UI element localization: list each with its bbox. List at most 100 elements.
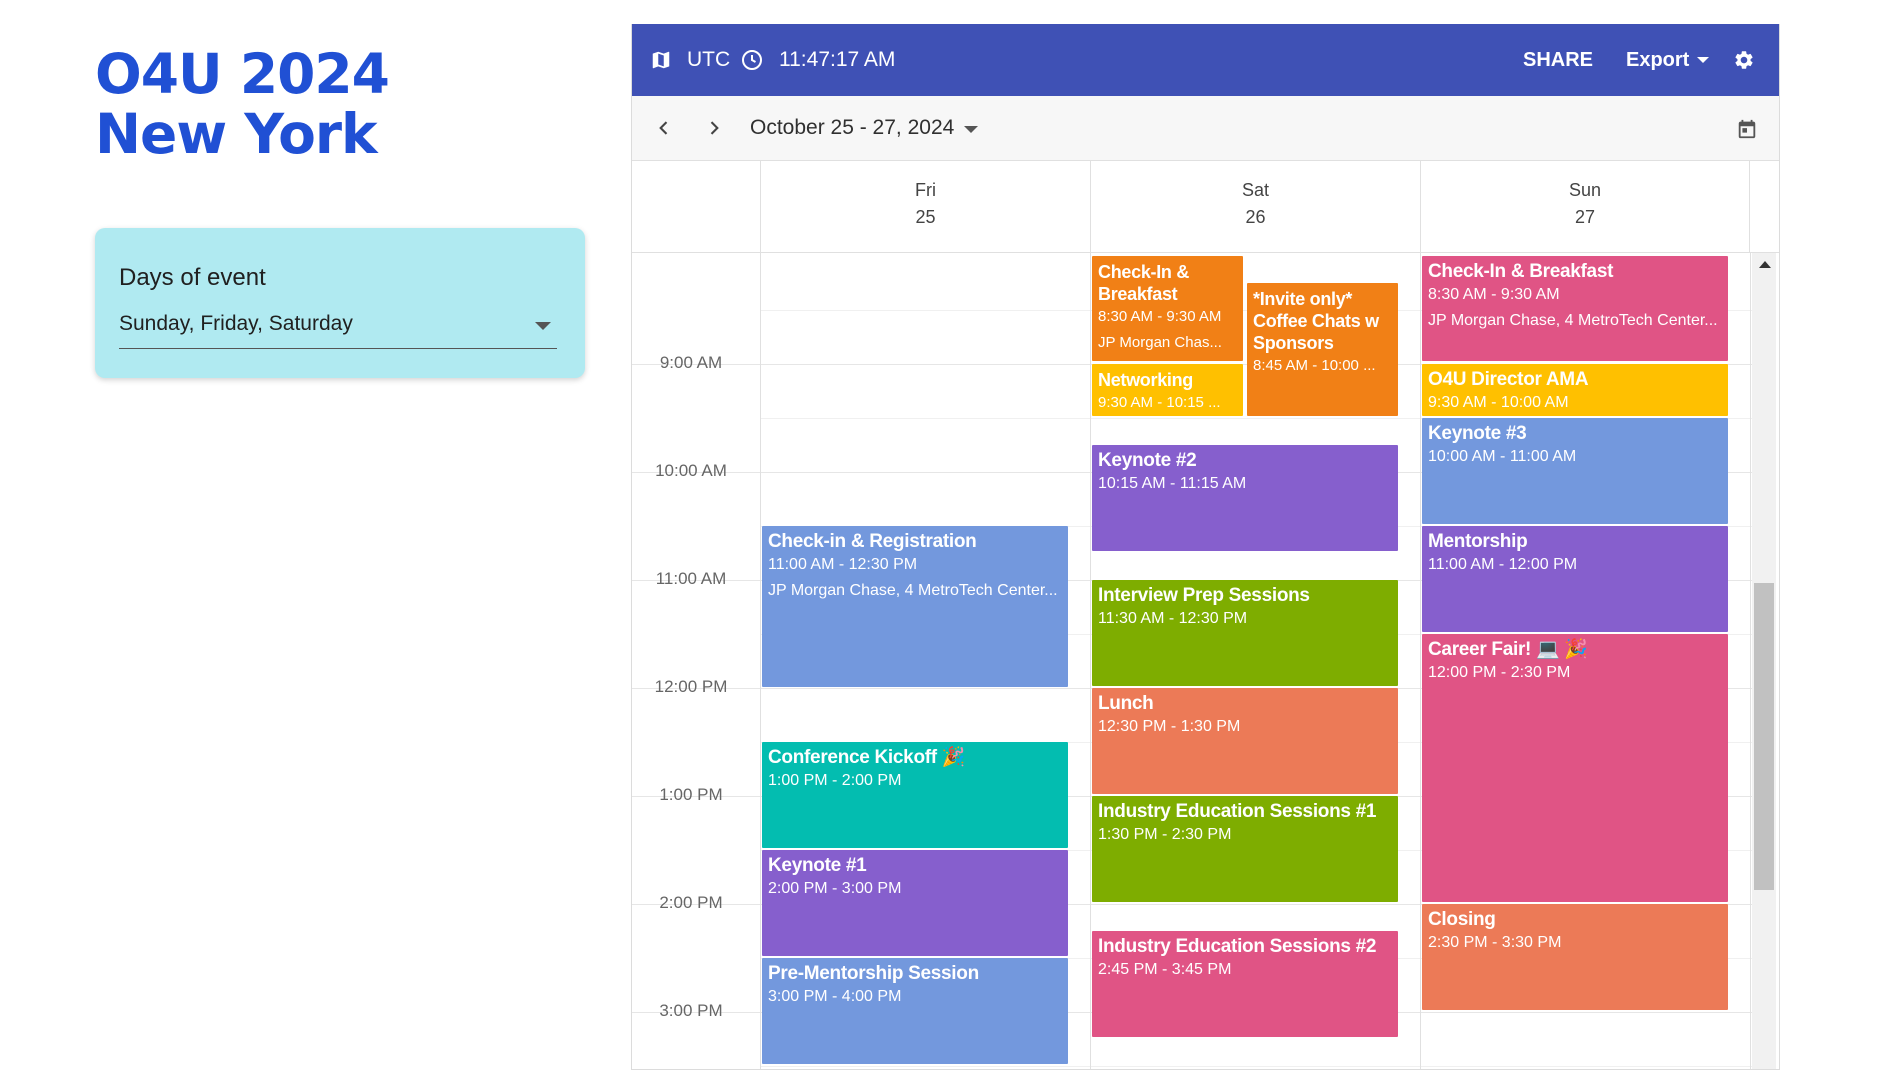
event-card[interactable]: Career Fair! 💻 🎉 12:00 PM - 2:30 PM [1422,634,1728,902]
event-location: JP Morgan Chase, 4 MetroTech Center... [1428,312,1718,329]
column-divider [760,253,761,1069]
event-title: Conference Kickoff 🎉 [768,747,966,768]
event-title: Check-in & Registration [768,531,977,552]
day-date: 25 [915,207,936,227]
event-title: Keynote #3 [1428,423,1527,444]
column-divider [1420,253,1421,1069]
event-title: Keynote #1 [768,855,867,876]
time-label: 11:00 AM [655,569,727,588]
next-button[interactable] [696,110,732,146]
event-title: Check-In & Breakfast [1428,261,1614,282]
scroll-up-arrow-icon[interactable] [1759,261,1771,268]
time-label: 12:00 PM [654,677,728,696]
event-time: 12:30 PM - 1:30 PM [1098,718,1241,735]
event-title: *Invite only* Coffee Chats w Sponsors [1253,289,1379,353]
clock-display: 11:47:17 AM [740,24,895,96]
time-grid: 9:00 AM 10:00 AM 11:00 AM 12:00 PM 1:00 … [632,253,1779,1069]
day-header-fri: Fri 25 [760,160,1090,252]
grid-line [760,1066,1752,1067]
event-time: 1:00 PM - 2:00 PM [768,772,902,789]
chevron-left-icon [659,121,668,135]
event-title: Networking [1098,370,1194,390]
caret-down-icon[interactable] [964,126,978,133]
event-time: 10:15 AM - 11:15 AM [1098,475,1247,492]
event-card[interactable]: Keynote #1 2:00 PM - 3:00 PM [762,850,1068,956]
day-date: 27 [1574,207,1596,227]
event-time: 11:00 AM - 12:30 PM [768,556,918,573]
days-filter-card: Days of event Sunday, Friday, Saturday [95,228,585,378]
event-card[interactable]: Industry Education Sessions #2 2:45 PM -… [1092,931,1398,1037]
event-title: Check-In & Breakfast [1098,262,1190,304]
event-time: 3:00 PM - 4:00 PM [768,988,902,1005]
settings-button[interactable] [1733,24,1755,96]
event-title: Lunch [1098,693,1154,714]
export-button[interactable]: Export [1626,24,1710,96]
export-label: Export [1626,48,1690,71]
day-name: Fri [915,180,936,200]
gear-icon [1735,51,1753,69]
event-title: Career Fair! 💻 🎉 [1428,639,1588,660]
event-time: 11:30 AM - 12:30 PM [1098,610,1248,627]
caret-down-icon [535,322,551,330]
day-date: 26 [1245,207,1266,227]
time-label: 10:00 AM [655,461,727,480]
event-card[interactable]: Check-In & Breakfast 8:30 AM - 9:30 AM J… [1422,256,1728,361]
event-card[interactable]: Industry Education Sessions #1 1:30 PM -… [1092,796,1398,902]
event-title: Pre-Mentorship Session [768,963,979,984]
event-time: 9:30 AM - 10:15 ... [1098,394,1221,411]
timezone-button[interactable]: UTC [650,24,730,96]
event-card[interactable]: *Invite only* Coffee Chats w Sponsors 8:… [1247,283,1398,416]
prev-button[interactable] [646,110,682,146]
event-card[interactable]: Closing 2:30 PM - 3:30 PM [1422,904,1728,1010]
day-header-sat: Sat 26 [1090,160,1420,252]
calendar-toolbar: October 25 - 27, 2024 [632,96,1779,161]
event-card[interactable]: Networking 9:30 AM - 10:15 ... [1092,364,1243,416]
share-button[interactable]: SHARE [1523,24,1593,96]
day-header-sun: Sun 27 [1420,160,1750,252]
timezone-label: UTC [687,48,731,71]
chevron-right-icon [710,121,719,135]
event-time: 1:30 PM - 2:30 PM [1098,826,1232,843]
event-time: 2:45 PM - 3:45 PM [1098,961,1232,978]
time-label: 2:00 PM [659,893,723,912]
event-location: JP Morgan Chase, 4 MetroTech Center... [768,582,1058,599]
event-time: 12:00 PM - 2:30 PM [1428,664,1571,681]
date-range-button[interactable]: October 25 - 27, 2024 [750,116,954,140]
event-card[interactable]: Check-in & Registration 11:00 AM - 12:30… [762,526,1068,687]
calendar-header-bar: UTC 11:47:17 AM SHARE Export [632,24,1779,96]
event-card[interactable]: O4U Director AMA 9:30 AM - 10:00 AM [1422,364,1728,416]
page-title: O4U 2024 New York [95,42,390,166]
column-divider [1090,253,1091,1069]
event-title: O4U Director AMA [1428,369,1589,390]
event-title: Industry Education Sessions #2 [1098,936,1377,957]
event-time: 8:30 AM - 9:30 AM [1428,286,1560,303]
event-time: 2:00 PM - 3:00 PM [768,880,902,897]
vertical-scrollbar[interactable] [1752,253,1776,1069]
column-divider [1750,253,1751,1069]
event-card[interactable]: Mentorship 11:00 AM - 12:00 PM [1422,526,1728,632]
days-filter-select[interactable]: Sunday, Friday, Saturday [119,312,557,349]
event-card[interactable]: Keynote #2 10:15 AM - 11:15 AM [1092,445,1398,551]
time-label: 1:00 PM [659,785,723,804]
event-card[interactable]: Check-In & Breakfast 8:30 AM - 9:30 AM J… [1092,256,1243,361]
event-card[interactable]: Keynote #3 10:00 AM - 11:00 AM [1422,418,1728,524]
event-time: 10:00 AM - 11:00 AM [1428,448,1577,465]
event-title: Mentorship [1428,531,1528,552]
event-time: 9:30 AM - 10:00 AM [1428,394,1569,411]
event-card[interactable]: Interview Prep Sessions 11:30 AM - 12:30… [1092,580,1398,686]
event-location: JP Morgan Chas... [1098,334,1222,351]
day-name: Sun [1568,180,1602,200]
event-title: Interview Prep Sessions [1098,585,1310,606]
caret-down-icon [1697,57,1710,63]
clock-icon [742,50,762,70]
map-icon [652,51,670,69]
event-card[interactable]: Pre-Mentorship Session 3:00 PM - 4:00 PM [762,958,1068,1064]
time-label: 3:00 PM [659,1001,723,1020]
calendar-widget: UTC 11:47:17 AM SHARE Export October 25 … [631,24,1780,1070]
calendar-picker-button[interactable] [1732,114,1762,144]
calendar-icon [1738,119,1756,139]
event-card[interactable]: Lunch 12:30 PM - 1:30 PM [1092,688,1398,794]
event-time: 8:30 AM - 9:30 AM [1098,308,1222,325]
event-card[interactable]: Conference Kickoff 🎉 1:00 PM - 2:00 PM [762,742,1068,848]
scrollbar-thumb[interactable] [1754,583,1774,890]
